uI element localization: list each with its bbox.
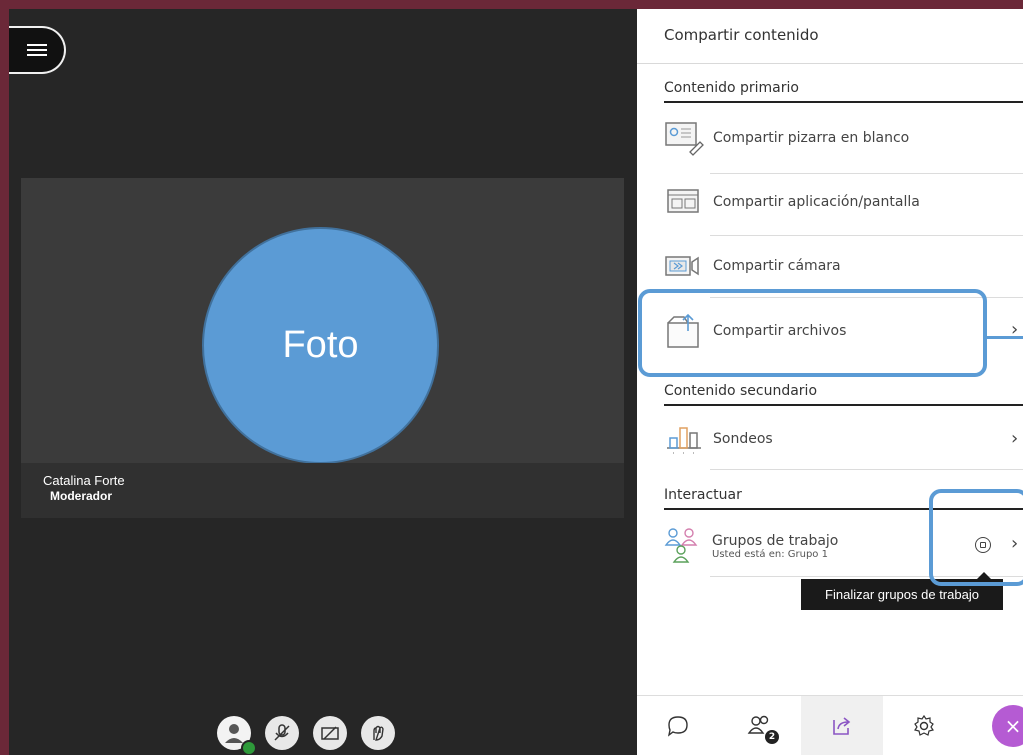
attendees-count-badge: 2	[765, 730, 779, 744]
chat-bubble-icon	[667, 715, 688, 737]
share-screen-label: Compartir aplicación/pantalla	[713, 194, 920, 210]
highlight-share-files	[638, 289, 987, 377]
participant-name: Catalina Forte	[43, 473, 125, 488]
camera-share-icon	[665, 256, 699, 276]
gear-icon	[914, 714, 934, 736]
divider	[710, 235, 1023, 236]
primary-content-heading: Contenido primario	[664, 80, 799, 96]
close-panel-button[interactable]: ×	[992, 705, 1023, 747]
panel-tab-bar: 2 ×	[637, 695, 1023, 755]
close-icon: ×	[1004, 714, 1022, 738]
whiteboard-icon	[665, 122, 704, 156]
breakout-groups-label: Grupos de trabajo	[712, 532, 839, 549]
polls-item[interactable]: Sondeos	[664, 420, 1023, 458]
share-whiteboard-label: Compartir pizarra en blanco	[713, 130, 910, 146]
raise-hand-button[interactable]	[361, 716, 395, 750]
camera-off-icon	[321, 726, 339, 740]
participant-stage: Foto Catalina Forte Moderador	[21, 178, 624, 518]
panel-title: Compartir contenido	[664, 26, 819, 44]
share-content-panel: Compartir contenido Contenido primario C…	[637, 9, 1023, 755]
divider	[710, 469, 1023, 470]
share-icon	[833, 716, 851, 735]
current-group-label: Usted está en: Grupo 1	[712, 548, 828, 560]
screen-share-icon	[667, 189, 699, 213]
tab-chat[interactable]	[637, 696, 719, 755]
participant-role: Moderador	[50, 489, 113, 503]
hamburger-icon	[26, 41, 47, 59]
status-check-icon	[241, 740, 257, 755]
share-whiteboard-item[interactable]: Compartir pizarra en blanco	[664, 119, 1023, 157]
poll-chart-icon	[667, 427, 701, 454]
video-area: Foto Catalina Forte Moderador	[9, 9, 637, 755]
my-status-button[interactable]	[217, 716, 257, 755]
highlight-connector	[987, 336, 1023, 339]
share-camera-item[interactable]: Compartir cámara	[664, 249, 1023, 283]
session-controls	[217, 716, 395, 755]
tab-attendees[interactable]: 2	[719, 696, 801, 755]
microphone-toggle[interactable]	[265, 716, 299, 750]
mic-off-icon	[274, 724, 290, 741]
divider	[710, 173, 1023, 174]
highlight-end-groups	[929, 489, 1023, 586]
hand-icon	[373, 725, 384, 741]
polls-label: Sondeos	[713, 431, 773, 447]
breakout-groups-icon	[664, 528, 698, 563]
main-menu-button[interactable]	[9, 26, 66, 74]
share-screen-item[interactable]: Compartir aplicación/pantalla	[664, 184, 1023, 220]
camera-toggle[interactable]	[313, 716, 347, 750]
divider	[664, 101, 1023, 103]
interact-heading: Interactuar	[664, 487, 742, 503]
tab-settings[interactable]	[883, 696, 965, 755]
divider	[664, 404, 1023, 406]
divider	[637, 63, 1023, 64]
secondary-content-heading: Contenido secundario	[664, 383, 818, 399]
photo-label: Foto	[282, 324, 359, 366]
tab-share-content[interactable]	[801, 696, 883, 755]
participant-photo: Foto	[202, 227, 439, 464]
share-camera-label: Compartir cámara	[713, 258, 841, 274]
chevron-right-icon: ›	[1011, 428, 1019, 449]
